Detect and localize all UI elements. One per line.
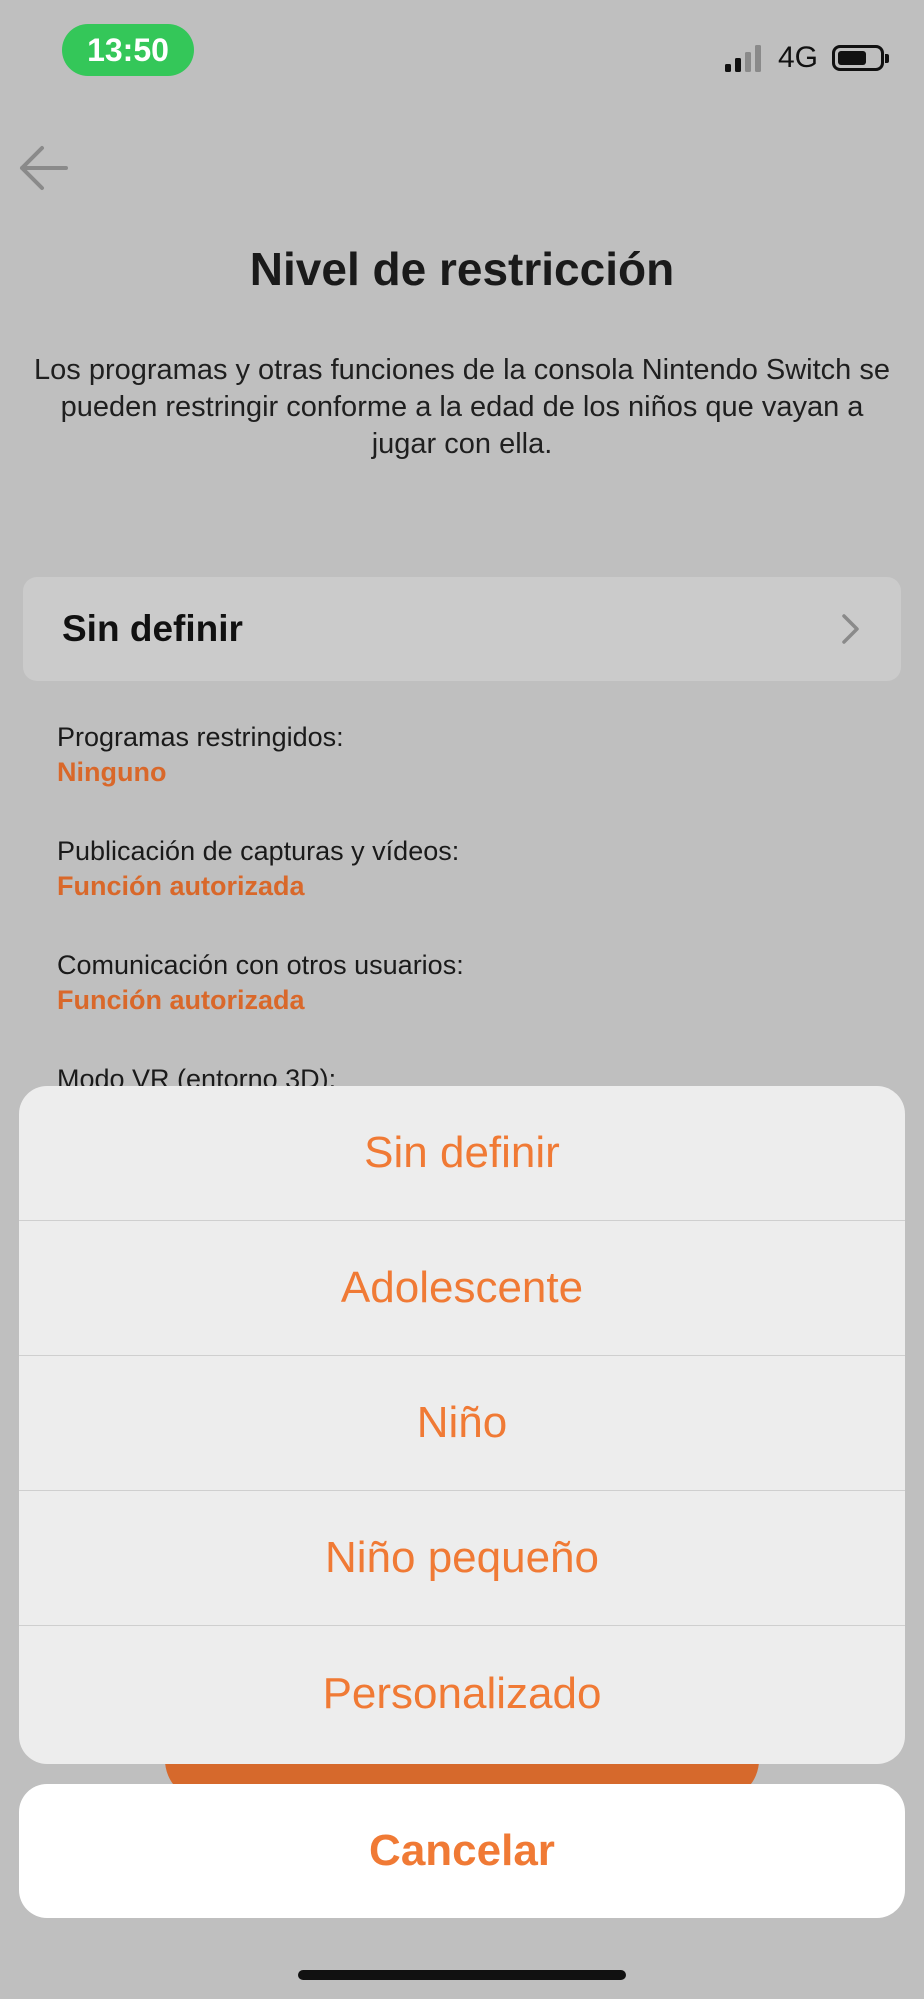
option-personalizado[interactable]: Personalizado <box>19 1626 905 1761</box>
setting-value: Ninguno <box>57 757 167 787</box>
battery-icon <box>832 45 889 71</box>
setting-communication: Comunicación con otros usuarios: Función… <box>57 950 464 1016</box>
setting-value: Función autorizada <box>57 871 305 901</box>
cancel-button[interactable]: Cancelar <box>19 1784 905 1918</box>
arrow-left-icon[interactable] <box>16 140 72 196</box>
setting-value: Función autorizada <box>57 985 305 1015</box>
restriction-level-label: Sin definir <box>62 608 243 649</box>
signal-icon <box>724 45 761 72</box>
setting-label: Programas restringidos: <box>57 722 344 752</box>
option-nino[interactable]: Niño <box>19 1356 905 1491</box>
option-adolescente[interactable]: Adolescente <box>19 1221 905 1356</box>
setting-screenshots-videos: Publicación de capturas y vídeos: Funció… <box>57 836 459 902</box>
option-nino-pequeno[interactable]: Niño pequeño <box>19 1491 905 1626</box>
setting-restricted-programs: Programas restringidos: Ninguno <box>57 722 344 788</box>
chevron-right-icon <box>842 614 859 644</box>
home-indicator[interactable] <box>298 1970 626 1980</box>
option-sin-definir[interactable]: Sin definir <box>19 1086 905 1221</box>
status-indicators: 4G <box>724 38 889 78</box>
action-sheet: Sin definir Adolescente Niño Niño pequeñ… <box>19 1086 905 1764</box>
restriction-level-row[interactable]: Sin definir <box>23 577 901 681</box>
page-title: Nivel de restricción <box>249 243 675 295</box>
page-description: Los programas y otras funciones de la co… <box>34 354 890 460</box>
status-time: 13:50 <box>62 24 194 76</box>
setting-label: Comunicación con otros usuarios: <box>57 950 464 980</box>
setting-label: Publicación de capturas y vídeos: <box>57 836 460 866</box>
network-type: 4G <box>777 41 818 74</box>
